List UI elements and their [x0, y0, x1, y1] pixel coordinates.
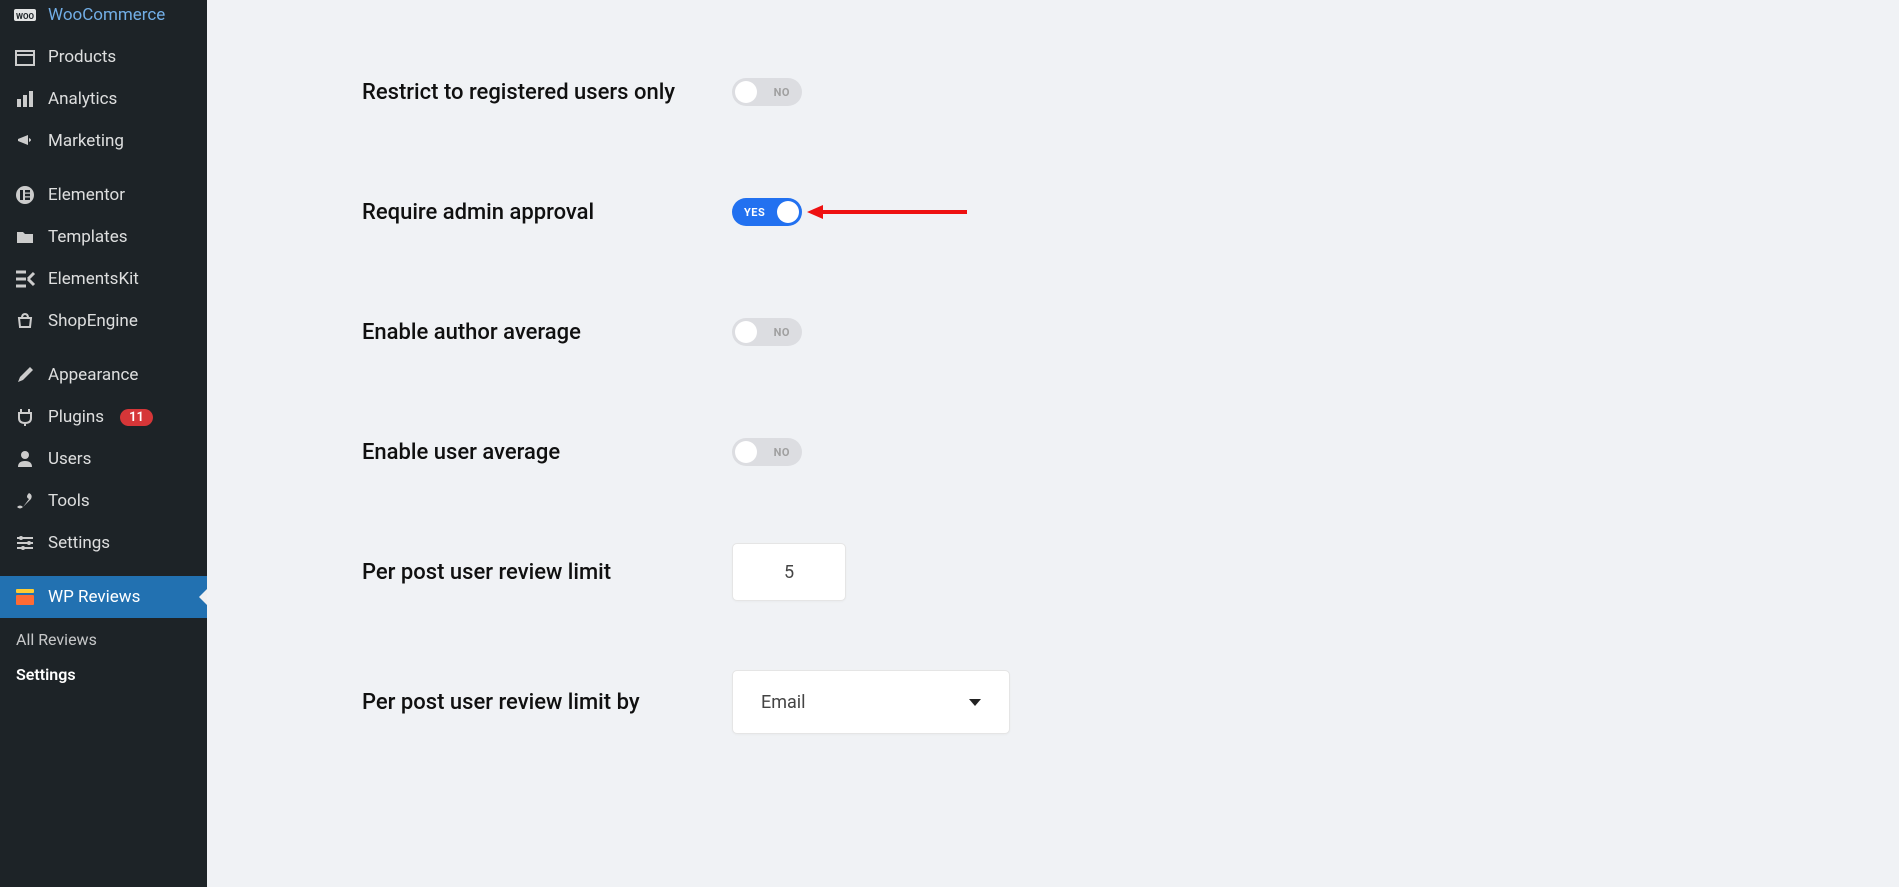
- sidebar-item-label: Settings: [48, 533, 110, 553]
- wrench-icon: [14, 490, 36, 512]
- sidebar-item-woocommerce[interactable]: WOO WooCommerce: [0, 0, 207, 36]
- submenu-all-reviews[interactable]: All Reviews: [0, 622, 207, 657]
- setting-restrict-registered: Restrict to registered users only NO: [247, 32, 1859, 152]
- setting-label: Enable author average: [362, 320, 732, 345]
- svg-text:WOO: WOO: [16, 12, 35, 21]
- sidebar-item-tools[interactable]: Tools: [0, 480, 207, 522]
- sidebar-item-label: Plugins: [48, 407, 104, 427]
- sliders-icon: [14, 532, 36, 554]
- woo-icon: WOO: [14, 4, 36, 26]
- sidebar-item-label: Products: [48, 47, 116, 67]
- setting-user-average: Enable user average NO: [247, 392, 1859, 512]
- chart-icon: [14, 88, 36, 110]
- folder-icon: [14, 226, 36, 248]
- sidebar-item-templates[interactable]: Templates: [0, 216, 207, 258]
- review-limit-input[interactable]: [732, 543, 846, 601]
- active-marker-icon: [199, 588, 207, 606]
- sidebar-item-elementor[interactable]: Elementor: [0, 174, 207, 216]
- setting-label: Require admin approval: [362, 200, 732, 225]
- sidebar-item-label: Templates: [48, 227, 128, 247]
- megaphone-icon: [14, 130, 36, 152]
- sidebar-item-label: ShopEngine: [48, 311, 138, 331]
- sidebar-item-products[interactable]: Products: [0, 36, 207, 78]
- shopengine-icon: [14, 310, 36, 332]
- elementor-icon: [14, 184, 36, 206]
- annotation-arrow: [807, 202, 967, 222]
- sidebar-item-label: Users: [48, 449, 91, 469]
- sidebar-item-label: Tools: [48, 491, 90, 511]
- sidebar-item-label: ElementsKit: [48, 269, 139, 289]
- toggle-text: NO: [774, 446, 790, 459]
- sidebar-item-analytics[interactable]: Analytics: [0, 78, 207, 120]
- sidebar-item-appearance[interactable]: Appearance: [0, 354, 207, 396]
- sidebar-item-elementskit[interactable]: ElementsKit: [0, 258, 207, 300]
- submenu-settings[interactable]: Settings: [0, 657, 207, 692]
- box-icon: [14, 46, 36, 68]
- setting-label: Enable user average: [362, 440, 732, 465]
- setting-require-approval: Require admin approval YES: [247, 152, 1859, 272]
- toggle-text: YES: [744, 206, 765, 219]
- setting-label: Per post user review limit: [362, 560, 732, 585]
- sidebar-item-users[interactable]: Users: [0, 438, 207, 480]
- toggle-require-approval[interactable]: YES: [732, 198, 802, 226]
- plug-icon: [14, 406, 36, 428]
- sidebar-item-label: Analytics: [48, 89, 117, 109]
- setting-review-limit: Per post user review limit: [247, 512, 1859, 632]
- chevron-down-icon: [969, 699, 981, 706]
- elementskit-icon: [14, 268, 36, 290]
- sidebar-item-label: WP Reviews: [48, 587, 140, 607]
- sidebar-item-label: Elementor: [48, 185, 125, 205]
- sidebar-item-label: Appearance: [48, 365, 138, 385]
- setting-author-average: Enable author average NO: [247, 272, 1859, 392]
- brush-icon: [14, 364, 36, 386]
- toggle-text: NO: [774, 86, 790, 99]
- wp-reviews-submenu: All Reviews Settings: [0, 618, 207, 696]
- select-value: Email: [761, 692, 806, 713]
- sidebar-item-settings[interactable]: Settings: [0, 522, 207, 564]
- toggle-user-average[interactable]: NO: [732, 438, 802, 466]
- sidebar-item-label: Marketing: [48, 131, 124, 151]
- sidebar-item-wp-reviews[interactable]: WP Reviews: [0, 576, 207, 618]
- sidebar-item-label: WooCommerce: [48, 5, 165, 25]
- toggle-restrict-registered[interactable]: NO: [732, 78, 802, 106]
- toggle-author-average[interactable]: NO: [732, 318, 802, 346]
- admin-sidebar: WOO WooCommerce Products Analytics Marke…: [0, 0, 207, 887]
- sidebar-item-marketing[interactable]: Marketing: [0, 120, 207, 162]
- setting-label: Per post user review limit by: [362, 690, 732, 715]
- setting-review-limit-by: Per post user review limit by Email: [247, 632, 1859, 772]
- plugins-badge: 11: [120, 409, 153, 426]
- main-content: Restrict to registered users only NO Req…: [207, 0, 1899, 887]
- setting-label: Restrict to registered users only: [362, 80, 732, 105]
- sidebar-item-plugins[interactable]: Plugins 11: [0, 396, 207, 438]
- toggle-text: NO: [774, 326, 790, 339]
- sidebar-item-shopengine[interactable]: ShopEngine: [0, 300, 207, 342]
- reviews-icon: [14, 586, 36, 608]
- review-limit-by-select[interactable]: Email: [732, 670, 1010, 734]
- user-icon: [14, 448, 36, 470]
